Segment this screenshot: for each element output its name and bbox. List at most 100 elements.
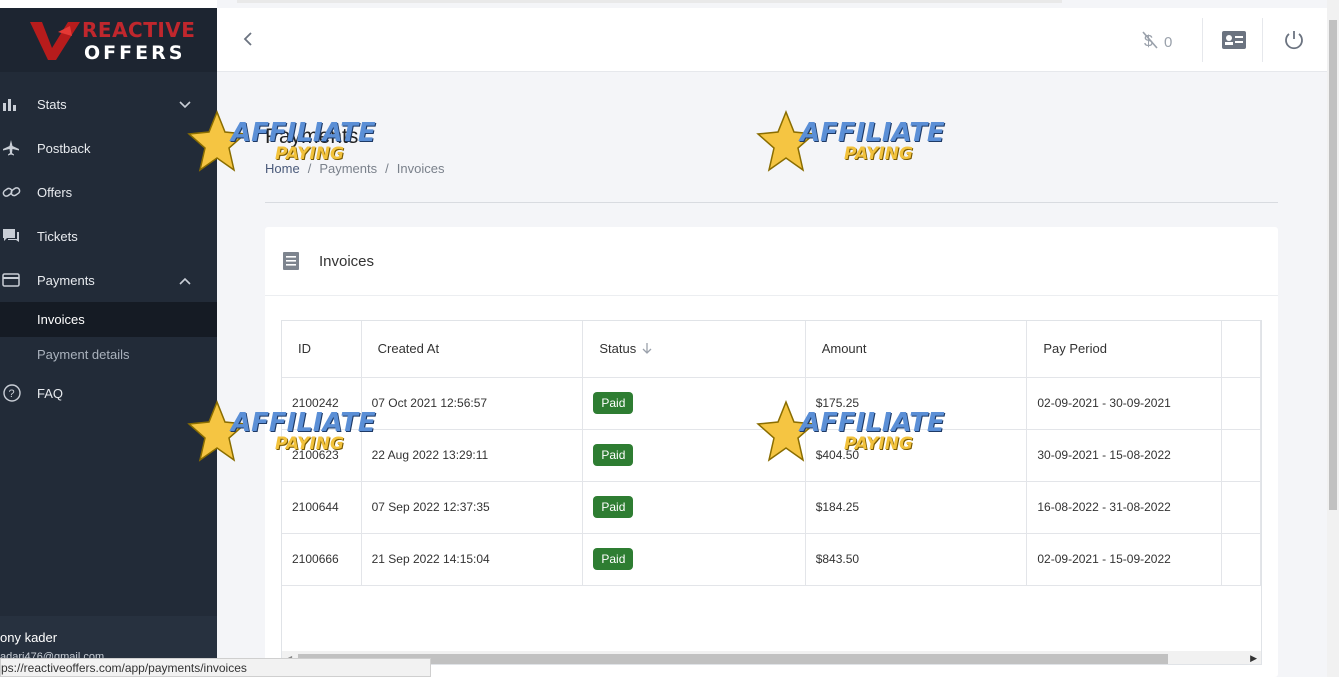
sidebar-item-tickets[interactable]: Tickets	[0, 214, 217, 258]
status-badge: Paid	[593, 444, 634, 466]
cell-id: 2100242	[282, 377, 362, 430]
power-icon[interactable]	[1283, 29, 1305, 56]
brand-logo[interactable]: REACTIVE OFFERS	[0, 8, 217, 72]
sidebar-subitem-payment-details[interactable]: Payment details	[0, 337, 217, 372]
question-circle-icon: ?	[0, 383, 37, 403]
cell-extra	[1221, 533, 1261, 586]
reactive-logo-icon	[30, 22, 80, 60]
status-badge: Paid	[593, 548, 634, 570]
status-badge: Paid	[593, 392, 634, 414]
table-row[interactable]: 2100666 21 Sep 2022 14:15:04 Paid $843.5…	[282, 533, 1261, 586]
cell-id: 2100623	[282, 429, 362, 482]
link-icon	[0, 184, 37, 200]
no-dollar-icon: $	[1142, 30, 1158, 54]
cell-amount: $843.50	[805, 533, 1028, 586]
svg-text:?: ?	[9, 388, 15, 400]
column-header-amount[interactable]: Amount	[805, 321, 1028, 378]
cell-created-at: 21 Sep 2022 14:15:04	[361, 533, 584, 586]
sidebar-item-offers[interactable]: Offers	[0, 170, 217, 214]
cell-status: Paid	[582, 377, 806, 430]
topbar-divider	[1262, 18, 1263, 62]
column-header-created-at[interactable]: Created At	[361, 321, 584, 378]
column-header-id[interactable]: ID	[282, 321, 362, 378]
panel-title: Invoices	[319, 253, 375, 270]
breadcrumb-separator: /	[385, 161, 389, 176]
sidebar-top-strip	[0, 0, 217, 8]
cell-created-at: 07 Sep 2022 12:37:35	[361, 481, 584, 534]
invoices-table: ID Created At Status Amount Pay Period 2…	[281, 320, 1262, 665]
scroll-right-arrow-icon[interactable]: ▶	[1250, 653, 1257, 664]
watermark-line-1: AFFILIATE	[800, 118, 945, 148]
star-icon	[756, 110, 816, 172]
cell-extra	[1221, 429, 1261, 482]
brand-line-1: REACTIVE	[82, 18, 196, 42]
watermark: AFFILIATE PAYING	[756, 110, 956, 182]
sidebar-item-label: Postback	[37, 140, 91, 156]
table-row[interactable]: 2100623 22 Aug 2022 13:29:11 Paid $404.5…	[282, 429, 1261, 482]
cell-amount: $184.25	[805, 481, 1028, 534]
sidebar-subitem-invoices[interactable]: Invoices	[0, 302, 217, 337]
column-header-label: Status	[599, 340, 637, 356]
column-header-pay-period[interactable]: Pay Period	[1026, 321, 1222, 378]
breadcrumb-payments[interactable]: Payments	[319, 161, 377, 176]
cell-id: 2100644	[282, 481, 362, 534]
column-header-status[interactable]: Status	[582, 321, 806, 378]
cell-status: Paid	[582, 533, 806, 586]
document-list-icon	[283, 252, 299, 275]
invoices-panel: Invoices ID Created At Status Amount Pay…	[265, 227, 1278, 677]
balance-value: 0	[1164, 33, 1173, 51]
sidebar-item-stats[interactable]: Stats	[0, 82, 217, 126]
breadcrumb-current: Invoices	[396, 161, 445, 176]
table-header-row: ID Created At Status Amount Pay Period	[282, 321, 1261, 378]
sidebar: REACTIVE OFFERS Stats Postback Offers Ti…	[0, 0, 217, 677]
table-row[interactable]: 2100242 07 Oct 2021 12:56:57 Paid $175.2…	[282, 377, 1261, 430]
chevron-left-icon[interactable]	[241, 29, 255, 54]
user-name: ony kader	[0, 630, 58, 645]
cell-status: Paid	[582, 429, 806, 482]
sidebar-item-postback[interactable]: Postback	[0, 126, 217, 170]
scrollbar-thumb[interactable]	[1329, 20, 1337, 510]
sidebar-item-payments[interactable]: Payments	[0, 258, 217, 302]
cell-created-at: 07 Oct 2021 12:56:57	[361, 377, 584, 430]
column-header-extra	[1221, 321, 1261, 378]
status-badge: Paid	[593, 496, 634, 518]
cell-pay-period: 30-09-2021 - 15-08-2022	[1026, 429, 1222, 482]
cell-id: 2100666	[282, 533, 362, 586]
cell-pay-period: 16-08-2022 - 31-08-2022	[1026, 481, 1222, 534]
chevron-up-icon	[179, 273, 191, 288]
credit-card-icon	[0, 273, 37, 287]
sidebar-item-label: Offers	[37, 184, 73, 200]
table-row[interactable]: 2100644 07 Sep 2022 12:37:35 Paid $184.2…	[282, 481, 1261, 534]
sidebar-item-faq[interactable]: ? FAQ	[0, 371, 217, 415]
status-bar-url: ps://reactiveoffers.com/app/payments/inv…	[0, 658, 431, 677]
sort-arrow-down-icon[interactable]	[642, 342, 652, 357]
breadcrumb-separator: /	[307, 161, 312, 176]
panel-header: Invoices	[265, 227, 1278, 296]
sidebar-item-label: Tickets	[37, 228, 78, 244]
chat-icon	[0, 228, 37, 244]
sidebar-item-label: Stats	[37, 96, 67, 112]
chevron-down-icon	[179, 97, 191, 112]
id-card-icon[interactable]	[1221, 30, 1247, 55]
cell-extra	[1221, 481, 1261, 534]
cell-pay-period: 02-09-2021 - 30-09-2021	[1026, 377, 1222, 430]
cell-created-at: 22 Aug 2022 13:29:11	[361, 429, 584, 482]
topbar-divider	[1202, 18, 1203, 62]
sidebar-subitem-label: Invoices	[37, 312, 85, 327]
vertical-scrollbar[interactable]	[1327, 0, 1339, 677]
sidebar-item-label: FAQ	[37, 385, 64, 401]
sidebar-subitem-label: Payment details	[37, 347, 130, 362]
sidebar-item-label: Payments	[37, 272, 95, 288]
balance-indicator[interactable]: $ 0	[1142, 30, 1172, 54]
cell-amount: $175.25	[805, 377, 1028, 430]
cell-extra	[1221, 377, 1261, 430]
breadcrumb: Home / Payments / Invoices	[265, 161, 444, 176]
cell-pay-period: 02-09-2021 - 15-09-2022	[1026, 533, 1222, 586]
breadcrumb-home[interactable]: Home	[265, 161, 300, 176]
top-bar: $ 0	[217, 8, 1327, 72]
bar-chart-icon	[0, 97, 37, 111]
browser-top-strip	[237, 0, 1062, 3]
page-title: Payments	[265, 125, 359, 148]
cell-status: Paid	[582, 481, 806, 534]
cell-amount: $404.50	[805, 429, 1028, 482]
